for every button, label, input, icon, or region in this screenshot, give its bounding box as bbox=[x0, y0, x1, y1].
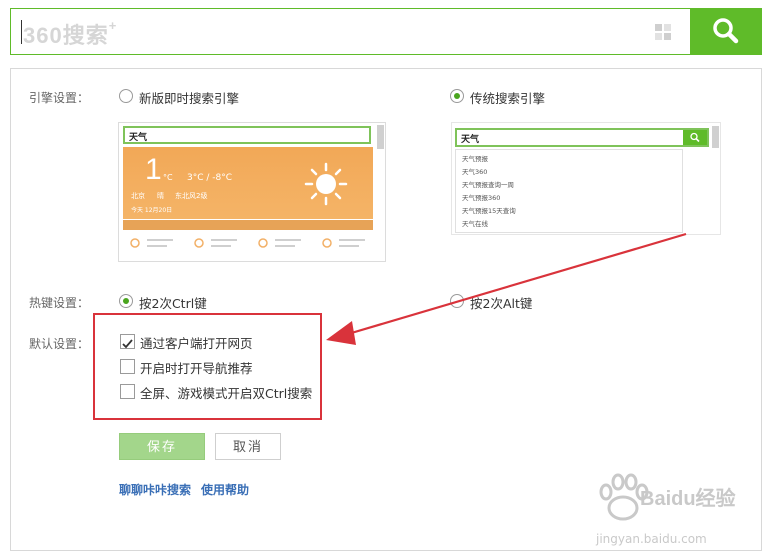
new-engine-preview[interactable]: 天气 1 °C 3°C / -8°C 北京 晴 东北风2级 今天 12月20日 bbox=[118, 122, 386, 262]
highlight-box bbox=[93, 313, 322, 420]
radio-new-engine[interactable] bbox=[119, 89, 133, 103]
radio-alt-hotkey-label[interactable]: 按2次Alt键 bbox=[470, 293, 532, 312]
search-button[interactable] bbox=[690, 8, 762, 55]
engine-setting-label: 引擎设置： bbox=[29, 91, 90, 105]
weather-wind: 东北风2级 bbox=[175, 192, 208, 200]
grid-icon[interactable] bbox=[655, 24, 671, 40]
sun-icon bbox=[304, 162, 348, 206]
radio-classic-engine-label[interactable]: 传统搜索引擎 bbox=[470, 88, 545, 107]
watermark-brand: Baidu经验 bbox=[640, 488, 736, 510]
preview-query: 天气 bbox=[129, 133, 148, 143]
search-logo: 360搜索+ bbox=[23, 18, 117, 50]
classic-preview-query: 天气 bbox=[461, 135, 480, 145]
radio-ctrl-hotkey[interactable] bbox=[119, 294, 133, 308]
weather-date: 今天 12月20日 bbox=[131, 207, 173, 214]
cancel-button[interactable]: 取消 bbox=[215, 433, 281, 460]
suggestion-item: 天气在线 bbox=[462, 220, 488, 228]
search-logo-text: 360搜索 bbox=[23, 23, 109, 48]
radio-classic-engine[interactable] bbox=[450, 89, 464, 103]
chat-link[interactable]: 聊聊咔咔搜索 bbox=[119, 481, 191, 498]
suggestion-item: 天气预报 bbox=[462, 155, 488, 163]
suggestion-item: 天气360 bbox=[462, 168, 488, 176]
classic-engine-preview[interactable]: 天气 天气预报 天气360 天气预报查询一周 天气预报360 天气预报15天查询… bbox=[451, 122, 721, 235]
hotkey-setting-label: 热键设置： bbox=[29, 296, 90, 310]
suggestion-list: 天气预报 天气360 天气预报查询一周 天气预报360 天气预报15天查询 天气… bbox=[455, 149, 683, 233]
watermark-url: jingyan.baidu.com bbox=[596, 532, 707, 546]
classic-search-icon bbox=[690, 132, 700, 143]
weather-temp: 1 bbox=[145, 153, 162, 186]
classic-preview-scrollbar bbox=[712, 126, 719, 148]
suggestion-item: 天气预报查询一周 bbox=[462, 181, 514, 189]
watermark: Baidu经验 jingyan.baidu.com bbox=[588, 468, 760, 554]
search-icon bbox=[713, 18, 739, 44]
radio-alt-hotkey[interactable] bbox=[450, 294, 464, 308]
radio-new-engine-label[interactable]: 新版即时搜索引擎 bbox=[139, 88, 239, 107]
classic-preview-input: 天气 bbox=[455, 128, 709, 147]
suggestion-item: 天气预报360 bbox=[462, 194, 501, 202]
weather-unit: °C bbox=[163, 173, 173, 182]
preview-search-input: 天气 bbox=[123, 126, 371, 144]
search-bar[interactable]: 360搜索+ bbox=[10, 8, 762, 55]
text-cursor bbox=[21, 20, 22, 44]
save-button[interactable]: 保存 bbox=[119, 433, 205, 460]
weather-range: 3°C / -8°C bbox=[187, 173, 233, 183]
classic-preview-search-button bbox=[683, 130, 707, 145]
suggestion-item: 天气预报15天查询 bbox=[462, 207, 516, 215]
default-setting-label: 默认设置： bbox=[29, 337, 90, 351]
radio-ctrl-hotkey-label[interactable]: 按2次Ctrl键 bbox=[139, 293, 207, 312]
weather-card: 1 °C 3°C / -8°C 北京 晴 东北风2级 今天 12月20日 bbox=[123, 147, 373, 219]
weather-condition: 晴 bbox=[157, 192, 164, 200]
help-link[interactable]: 使用帮助 bbox=[201, 481, 249, 498]
weather-bar bbox=[123, 220, 373, 230]
preview-scrollbar bbox=[377, 125, 384, 149]
search-logo-plus: + bbox=[108, 18, 118, 33]
forecast-icons bbox=[130, 238, 365, 248]
weather-city: 北京 bbox=[131, 192, 145, 200]
